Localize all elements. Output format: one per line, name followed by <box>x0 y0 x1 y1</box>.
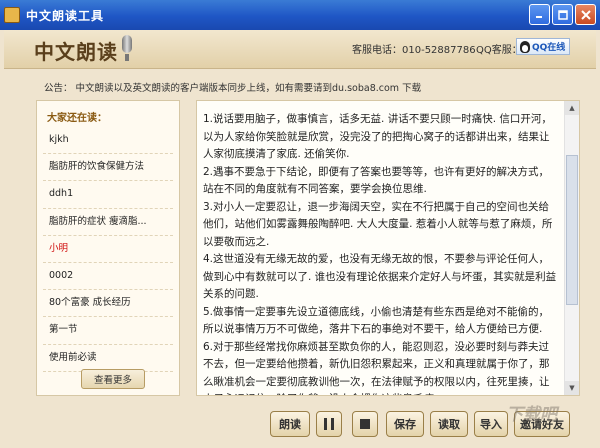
list-item[interactable]: 80个富豪 成长经历 <box>43 290 173 318</box>
view-more-button[interactable]: 查看更多 <box>81 369 145 389</box>
reading-text[interactable]: 1.说话要用脑子，做事慎言，话多无益. 讲话不要只顾一时痛快. 信口开河，以为人… <box>203 111 557 396</box>
minimize-button[interactable] <box>529 4 550 25</box>
announcement: 公告： 中文朗读以及英文朗读的客户端版本同步上线，如有需要请到du.soba8.… <box>44 83 422 94</box>
stop-icon <box>360 419 370 429</box>
save-button[interactable]: 保存 <box>386 411 424 437</box>
list-item[interactable]: 脂肪肝的饮食保健方法 <box>43 154 173 182</box>
title-bar[interactable]: 中文朗读工具 <box>0 0 600 30</box>
app-window: 中文朗读工具 中文朗读 客服电话：010-52887786 QQ客服： QQ在线… <box>0 0 600 448</box>
vertical-scrollbar[interactable]: ▲ ▼ <box>564 101 579 395</box>
recent-reads-title: 大家还在读： <box>47 113 107 124</box>
qq-penguin-icon <box>520 40 530 53</box>
app-logo: 中文朗读 <box>34 40 118 64</box>
service-phone: 客服电话：010-52887786 <box>352 45 476 56</box>
close-icon <box>580 9 591 20</box>
list-item[interactable]: kjkh <box>43 127 173 155</box>
list-item[interactable]: 脂肪肝的症状 瘦滴脂... <box>43 209 173 236</box>
watermark: 下载吧 <box>506 405 557 425</box>
list-item[interactable]: ddh1 <box>43 181 173 209</box>
read-aloud-button[interactable]: 朗读 <box>270 411 310 437</box>
window-controls <box>529 4 596 25</box>
scroll-down-arrow-icon[interactable]: ▼ <box>565 381 579 395</box>
scrollbar-thumb[interactable] <box>566 155 578 305</box>
reading-text-area[interactable]: 1.说话要用脑子，做事慎言，话多无益. 讲话不要只顾一时痛快. 信口开河，以为人… <box>196 100 580 396</box>
paragraph: 1.说话要用脑子，做事慎言，话多无益. 讲话不要只顾一时痛快. 信口开河，以为人… <box>203 113 552 160</box>
pause-icon <box>324 418 334 430</box>
microphone-icon <box>122 35 132 61</box>
recent-reads-list: kjkh 脂肪肝的饮食保健方法 ddh1 脂肪肝的症状 瘦滴脂... 小明 00… <box>43 127 173 372</box>
paragraph: 5.做事情一定要事先设立道德底线，小偷也清楚有些东西是绝对不能偷的，所以说事情万… <box>203 305 550 336</box>
import-button[interactable]: 导入 <box>474 411 508 437</box>
app-icon <box>4 7 20 23</box>
header-bar: 中文朗读 客服电话：010-52887786 QQ客服： QQ在线 <box>4 30 596 69</box>
close-button[interactable] <box>575 4 596 25</box>
scroll-up-arrow-icon[interactable]: ▲ <box>565 101 579 115</box>
maximize-icon <box>557 9 568 20</box>
list-item[interactable]: 0002 <box>43 263 173 291</box>
qq-service-label: QQ客服： <box>476 45 522 56</box>
paragraph: 6.对于那些经常找你麻烦甚至欺负你的人，能忍则忍，没必要时刻与莽夫过不去，但一定… <box>203 340 550 396</box>
list-item-active[interactable]: 小明 <box>43 236 173 263</box>
paragraph: 4.这世道没有无缘无故的爱，也没有无缘无故的恨，不要参与评论任何人，做到心中有数… <box>203 253 557 300</box>
maximize-button[interactable] <box>552 4 573 25</box>
stop-button[interactable] <box>352 411 378 437</box>
recent-reads-panel: 大家还在读： kjkh 脂肪肝的饮食保健方法 ddh1 脂肪肝的症状 瘦滴脂..… <box>36 100 180 396</box>
list-item[interactable]: 第一节 <box>43 317 173 345</box>
minimize-icon <box>536 16 542 18</box>
paragraph: 2.遇事不要急于下结论，即便有了答案也要等等，也许有更好的解决方式，站在不同的角… <box>203 165 550 196</box>
load-button[interactable]: 读取 <box>430 411 468 437</box>
paragraph: 3.对小人一定要忍让，退一步海阔天空，实在不行把属于自己的空间也关给他们，站他们… <box>203 200 553 248</box>
list-item[interactable]: 使用前必读 <box>43 345 173 372</box>
qq-online-label: QQ在线 <box>532 43 566 53</box>
window-title: 中文朗读工具 <box>26 8 105 23</box>
qq-online-button[interactable]: QQ在线 <box>516 38 570 55</box>
pause-button[interactable] <box>316 411 342 437</box>
